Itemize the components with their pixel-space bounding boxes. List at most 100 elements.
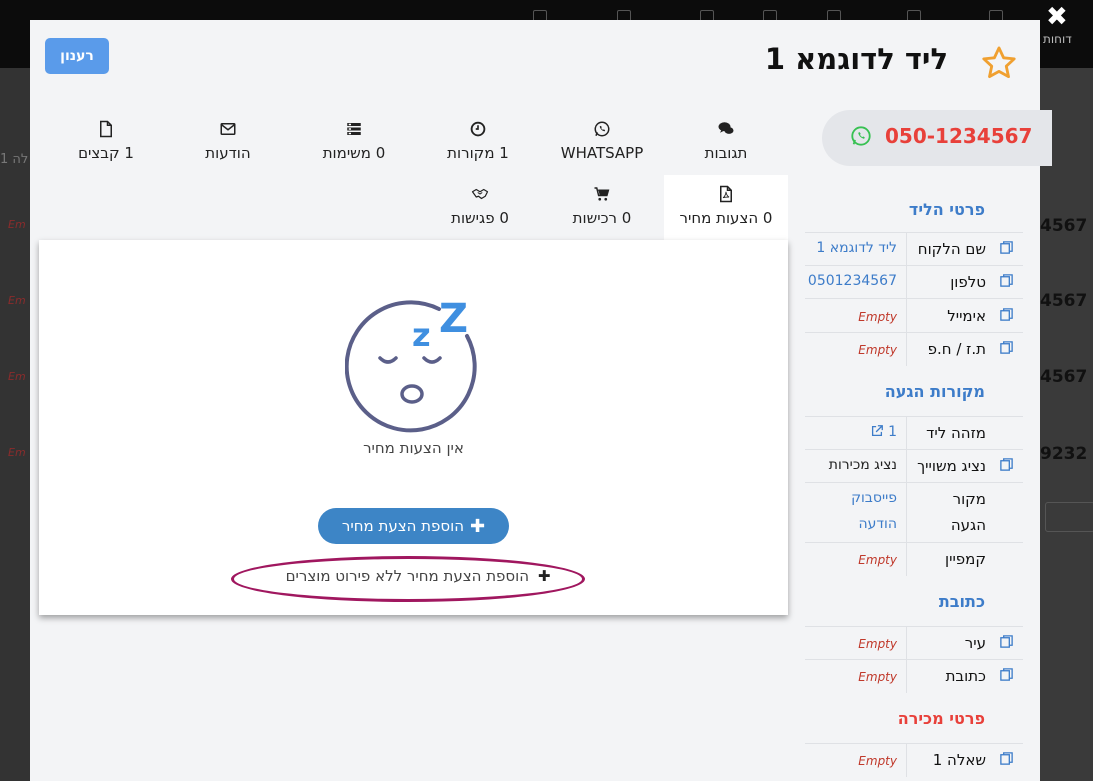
tab-purchases[interactable]: 0 רכישות [557,185,647,227]
field-value-assigned-agent[interactable]: נציג מכירות [829,457,897,473]
field-label-source: מקור [952,490,986,508]
tab-whatsapp[interactable]: WHATSAPP [545,120,659,162]
copy-icon[interactable] [999,634,1014,649]
field-separator [906,233,907,266]
close-icon[interactable]: ✖ [1046,4,1068,30]
field-separator [906,627,907,660]
field-separator [906,744,907,777]
tab-meetings[interactable]: 0 פגישות [435,185,525,227]
sleeping-face-icon: z Z [345,296,477,433]
star-outline-icon[interactable] [980,44,1018,82]
copy-icon[interactable] [999,273,1014,288]
empty-state-message: אין הצעות מחיר [363,439,464,457]
plus-icon: ✚ [537,567,551,585]
field-row [805,332,1023,366]
svg-text:Z: Z [439,296,468,342]
whatsapp-icon[interactable] [850,125,872,147]
background-empty-cell: Em [8,370,26,383]
tab-sources[interactable]: 1 מקורות [428,120,528,162]
copy-icon[interactable] [999,751,1014,766]
envelope-icon [220,123,236,135]
background-right-column [1040,68,1093,781]
section-title-sale-details: פרטי מכירה [897,709,985,728]
field-value-source-line2[interactable]: הודעה [858,516,897,532]
background-empty-cell: Em [8,218,26,231]
field-separator [906,333,907,366]
tab-quotes[interactable]: 0 הצעות מחיר [664,185,788,227]
field-label-question-1: שאלה 1 [932,751,986,769]
field-separator [906,543,907,576]
field-separator [906,299,907,332]
section-title-lead-details: פרטי הליד [908,200,985,219]
field-value-city[interactable]: Empty [858,637,897,651]
field-value-id-number[interactable]: Empty [858,343,897,357]
field-row [805,542,1023,576]
copy-icon[interactable] [999,340,1014,355]
field-value-customer-name[interactable]: ליד לדוגמא 1 [816,240,897,256]
add-quote-button[interactable]: ✚ הוספת הצעת מחיר [318,508,509,544]
svg-text:z: z [412,316,431,354]
field-label-email: אימייל [947,307,986,325]
field-label-id-number: ת.ז / ח.פ [927,340,986,358]
field-label-city: עיר [964,634,986,652]
field-row [805,626,1023,660]
background-left-column [0,68,30,781]
background-select [1045,502,1093,532]
field-value-address[interactable]: Empty [858,670,897,684]
field-row [805,743,1023,777]
field-separator [906,660,907,693]
copy-icon[interactable] [999,240,1014,255]
tab-label: 0 פגישות [451,209,509,227]
external-link-icon[interactable] [870,424,884,438]
background-empty-cell: Em [8,294,26,307]
pdf-file-icon [720,185,732,203]
tab-files[interactable]: 1 קבצים [64,120,148,162]
section-title-address: כתובת [938,592,985,611]
field-label-assigned-agent: נציג משוייך [917,457,986,475]
field-label-phone: טלפון [950,273,986,291]
background-phone-number: 4567 [1040,367,1088,387]
quotes-panel: z Z אין הצעות מחיר ✚ הוספת הצעת מחיר ✚ ה… [39,240,788,615]
tab-label: 1 קבצים [78,144,134,162]
copy-icon[interactable] [999,667,1014,682]
tab-label: 0 הצעות מחיר [679,209,773,227]
tab-messages[interactable]: הודעות [186,120,270,162]
plus-icon: ✚ [470,515,486,537]
copy-icon[interactable] [999,457,1014,472]
field-row [805,482,1023,543]
field-value-question-1[interactable]: Empty [858,754,897,768]
field-separator [906,266,907,299]
whatsapp-icon [594,121,610,137]
clock-icon [470,121,486,137]
field-value-campaign[interactable]: Empty [858,553,897,567]
file-icon [100,120,112,138]
copy-icon[interactable] [999,307,1014,322]
field-value-phone[interactable]: 0501234567 [808,273,897,289]
field-separator [906,417,907,450]
background-nav-label: דוחות [1043,32,1072,46]
field-row [805,298,1023,332]
background-row-text: לה 1 [0,152,29,167]
background-phone-number: 4567 [1040,216,1088,236]
tab-label: 1 מקורות [447,144,509,162]
field-separator [906,450,907,483]
background-empty-cell: Em [8,446,26,459]
background-phone-number: 4567 [1040,291,1088,311]
tab-label: תגובות [704,144,748,162]
phone-number[interactable]: 050-1234567 [885,124,1032,148]
field-value-lead-id[interactable]: 1 [888,424,897,440]
lead-title: ליד לדוגמא 1 [764,42,948,76]
refresh-button[interactable]: רענון [45,38,109,74]
field-label-campaign: קמפיין [945,550,986,568]
tab-label: 0 משימות [322,144,386,162]
handshake-icon [471,188,489,200]
background-phone-number: 9232 [1040,444,1088,464]
field-value-source[interactable]: פייסבוק [851,490,897,506]
tab-tasks[interactable]: 0 משימות [302,120,406,162]
field-row [805,416,1023,450]
field-value-email[interactable]: Empty [858,310,897,324]
add-quote-without-products-label: הוספת הצעת מחיר ללא פירוט מוצרים [285,567,530,585]
tab-comments[interactable]: תגובות [684,120,768,162]
field-label-source-line2: הגעה [950,516,986,534]
add-quote-without-products-link[interactable]: ✚ הוספת הצעת מחיר ללא פירוט מוצרים [269,567,567,585]
